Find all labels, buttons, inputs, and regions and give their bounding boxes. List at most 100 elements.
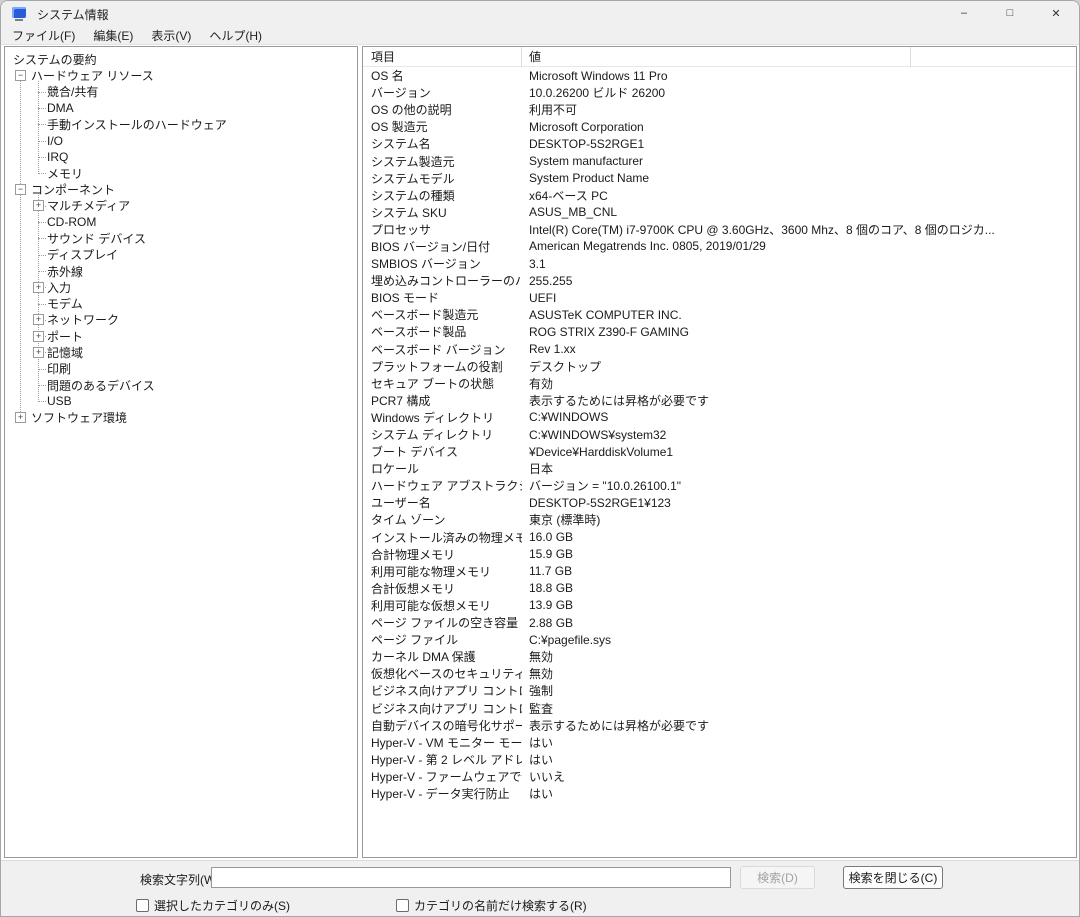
- table-row[interactable]: システムの種類 x64-ベース PC: [363, 187, 1076, 204]
- table-row[interactable]: Hyper-V - データ実行防止 はい: [363, 785, 1076, 802]
- menu-item[interactable]: ヘルプ(H): [200, 27, 271, 45]
- table-row[interactable]: ページ ファイルの空き容量 2.88 GB: [363, 614, 1076, 631]
- table-row[interactable]: システム名 DESKTOP-5S2RGE1: [363, 135, 1076, 152]
- tree-item[interactable]: 問題のあるデバイス: [5, 377, 357, 393]
- tree-item[interactable]: マルチメディア: [5, 198, 357, 214]
- table-row[interactable]: OS 製造元 Microsoft Corporation: [363, 118, 1076, 135]
- value-cell: 利用不可: [522, 101, 1076, 118]
- table-row[interactable]: ハードウェア アブストラクション レイヤー バージョン = "10.0.2610…: [363, 477, 1076, 494]
- expand-collapse-icon[interactable]: [33, 347, 44, 358]
- table-row[interactable]: カーネル DMA 保護 無効: [363, 648, 1076, 665]
- tree-item[interactable]: 競合/共有: [5, 84, 357, 100]
- tree-item[interactable]: USB: [5, 393, 357, 409]
- expand-collapse-icon[interactable]: [33, 200, 44, 211]
- tree-item-label: サウンド デバイス: [47, 230, 146, 247]
- table-row[interactable]: ベースボード バージョン Rev 1.xx: [363, 341, 1076, 358]
- checkbox-icon[interactable]: [396, 899, 409, 912]
- tree-item[interactable]: CD-ROM: [5, 214, 357, 230]
- value-cell: 表示するためには昇格が必要です: [522, 717, 1076, 734]
- table-row[interactable]: インストール済みの物理メモリ (RAM) 16.0 GB: [363, 529, 1076, 546]
- tree-item[interactable]: システムの要約: [5, 51, 357, 67]
- table-row[interactable]: ベースボード製品 ROG STRIX Z390-F GAMING: [363, 323, 1076, 340]
- tree-item[interactable]: ディスプレイ: [5, 247, 357, 263]
- value-cell: DESKTOP-5S2RGE1: [522, 137, 1076, 151]
- find-button[interactable]: 検索(D): [740, 866, 815, 889]
- table-row[interactable]: OS の他の説明 利用不可: [363, 101, 1076, 118]
- tree-item[interactable]: ポート: [5, 328, 357, 344]
- search-input[interactable]: [211, 867, 731, 888]
- close-button[interactable]: ✕: [1033, 1, 1079, 27]
- tree-item-label: 記憶域: [47, 344, 83, 361]
- table-row[interactable]: PCR7 構成 表示するためには昇格が必要です: [363, 392, 1076, 409]
- table-row[interactable]: セキュア ブートの状態 有効: [363, 375, 1076, 392]
- checkbox-icon[interactable]: [136, 899, 149, 912]
- table-row[interactable]: ユーザー名 DESKTOP-5S2RGE1¥123: [363, 494, 1076, 511]
- close-find-button[interactable]: 検索を閉じる(C): [843, 866, 943, 889]
- item-cell: Hyper-V - 第 2 レベル アドレス変...: [363, 751, 522, 768]
- table-row[interactable]: プロセッサ Intel(R) Core(TM) i7-9700K CPU @ 3…: [363, 221, 1076, 238]
- table-row[interactable]: BIOS モード UEFI: [363, 289, 1076, 306]
- tree-item[interactable]: 印刷: [5, 361, 357, 377]
- tree-item[interactable]: ネットワーク: [5, 312, 357, 328]
- table-row[interactable]: ベースボード製造元 ASUSTeK COMPUTER INC.: [363, 306, 1076, 323]
- tree-item[interactable]: サウンド デバイス: [5, 230, 357, 246]
- table-row[interactable]: Hyper-V - 第 2 レベル アドレス変... はい: [363, 751, 1076, 768]
- table-row[interactable]: Hyper-V - ファームウェアで仮想化が... いいえ: [363, 768, 1076, 785]
- table-row[interactable]: ロケール 日本: [363, 460, 1076, 477]
- tree-item[interactable]: 赤外線: [5, 263, 357, 279]
- column-header-value[interactable]: 値: [522, 47, 911, 67]
- tree-item[interactable]: ハードウェア リソース: [5, 67, 357, 83]
- table-row[interactable]: ページ ファイル C:¥pagefile.sys: [363, 631, 1076, 648]
- table-row[interactable]: 自動デバイスの暗号化サポート 表示するためには昇格が必要です: [363, 717, 1076, 734]
- expand-collapse-icon[interactable]: [15, 70, 26, 81]
- table-row[interactable]: ビジネス向けアプリ コントロール ポリ... 強制: [363, 682, 1076, 699]
- table-row[interactable]: 利用可能な物理メモリ 11.7 GB: [363, 563, 1076, 580]
- expand-collapse-icon[interactable]: [33, 331, 44, 342]
- maximize-button[interactable]: □: [987, 1, 1033, 27]
- table-row[interactable]: システムモデル System Product Name: [363, 170, 1076, 187]
- tree-item[interactable]: 入力: [5, 279, 357, 295]
- minimize-button[interactable]: –: [941, 1, 987, 27]
- tree-item[interactable]: モデム: [5, 295, 357, 311]
- table-row[interactable]: システム ディレクトリ C:¥WINDOWS¥system32: [363, 426, 1076, 443]
- tree-item[interactable]: メモリ: [5, 165, 357, 181]
- tree-item[interactable]: 手動インストールのハードウェア: [5, 116, 357, 132]
- table-row[interactable]: 合計仮想メモリ 18.8 GB: [363, 580, 1076, 597]
- table-row[interactable]: 埋め込みコントローラーのバージョン 255.255: [363, 272, 1076, 289]
- tree-item[interactable]: IRQ: [5, 149, 357, 165]
- expand-collapse-icon[interactable]: [15, 412, 26, 423]
- item-cell: インストール済みの物理メモリ (RAM): [363, 529, 522, 546]
- table-row[interactable]: 仮想化ベースのセキュリティ 無効: [363, 665, 1076, 682]
- menu-item[interactable]: ファイル(F): [3, 27, 84, 45]
- tree-item[interactable]: 記憶域: [5, 344, 357, 360]
- tree-item[interactable]: ソフトウェア環境: [5, 410, 357, 426]
- window-controls: – □ ✕: [941, 1, 1079, 27]
- column-header-item[interactable]: 項目: [363, 47, 522, 67]
- expand-collapse-icon[interactable]: [33, 314, 44, 325]
- table-row[interactable]: タイム ゾーン 東京 (標準時): [363, 511, 1076, 528]
- category-tree-panel: システムの要約 ハードウェア リソース 競合/共有 DMA: [4, 46, 358, 858]
- tree-item[interactable]: コンポーネント: [5, 181, 357, 197]
- table-row[interactable]: ビジネス向けアプリ コントロールのユー... 監査: [363, 699, 1076, 716]
- expand-collapse-icon[interactable]: [33, 282, 44, 293]
- table-row[interactable]: システム製造元 System manufacturer: [363, 152, 1076, 169]
- table-row[interactable]: OS 名 Microsoft Windows 11 Pro: [363, 67, 1076, 84]
- table-row[interactable]: プラットフォームの役割 デスクトップ: [363, 358, 1076, 375]
- table-row[interactable]: 利用可能な仮想メモリ 13.9 GB: [363, 597, 1076, 614]
- tree-item[interactable]: DMA: [5, 100, 357, 116]
- table-row[interactable]: ブート デバイス ¥Device¥HarddiskVolume1: [363, 443, 1076, 460]
- expand-collapse-icon[interactable]: [15, 184, 26, 195]
- table-row[interactable]: Windows ディレクトリ C:¥WINDOWS: [363, 409, 1076, 426]
- table-row[interactable]: 合計物理メモリ 15.9 GB: [363, 546, 1076, 563]
- menu-item[interactable]: 表示(V): [142, 27, 200, 45]
- table-row[interactable]: BIOS バージョン/日付 American Megatrends Inc. 0…: [363, 238, 1076, 255]
- table-row[interactable]: Hyper-V - VM モニター モード拡張... はい: [363, 734, 1076, 751]
- tree-item-label: ネットワーク: [47, 311, 119, 328]
- search-selected-category-option[interactable]: 選択したカテゴリのみ(S): [136, 897, 290, 914]
- tree-item[interactable]: I/O: [5, 132, 357, 148]
- table-row[interactable]: システム SKU ASUS_MB_CNL: [363, 204, 1076, 221]
- table-row[interactable]: SMBIOS バージョン 3.1: [363, 255, 1076, 272]
- menu-item[interactable]: 編集(E): [84, 27, 142, 45]
- table-row[interactable]: バージョン 10.0.26200 ビルド 26200: [363, 84, 1076, 101]
- search-category-names-only-option[interactable]: カテゴリの名前だけ検索する(R): [396, 897, 587, 914]
